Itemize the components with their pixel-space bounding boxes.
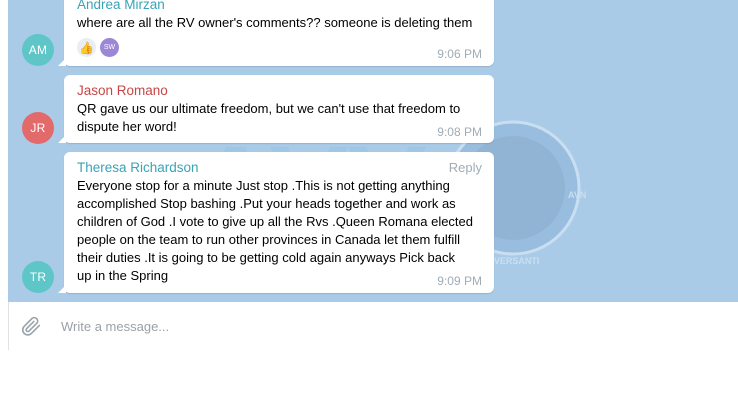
thumbs-up-reaction-icon[interactable]: 👍 [77,38,96,57]
message-line: QR gave us our ultimate freedom, but we … [77,101,461,116]
reactor-avatar[interactable]: SW [100,38,119,57]
avatar[interactable]: JR [22,112,54,144]
message-line: accomplished Stop bashing .Put your head… [77,196,456,211]
chat-history[interactable]: AVV AVN AVERSANTI AM Andrea Mirzan where… [8,0,738,302]
sender-name[interactable]: Jason Romano [77,83,168,98]
message-time: 9:06 PM [437,47,482,61]
avatar[interactable]: AM [22,34,54,66]
watermark-badge-text: AVN [568,190,586,200]
avatar-initials: JR [30,121,46,135]
watermark-badge-caption: AVERSANTI [488,256,539,266]
sender-name[interactable]: Theresa Richardson [77,160,199,175]
message-line: people on the team to run other province… [77,232,461,247]
reaction-group[interactable]: 👍 SW [77,38,119,57]
avatar-initials: AM [28,43,48,57]
message-time: 9:09 PM [437,274,482,288]
paperclip-icon[interactable] [20,315,42,337]
reply-button[interactable]: Reply [449,160,482,175]
message-composer [9,302,738,350]
message-bubble[interactable]: Andrea Mirzan where are all the RV owner… [58,0,494,66]
message-bubble[interactable]: Theresa Richardson Reply Everyone stop f… [58,152,494,293]
message-text: QR gave us our ultimate freedom, but we … [77,100,484,136]
sender-name[interactable]: Andrea Mirzan [77,0,165,12]
message-text: Everyone stop for a minute Just stop .Th… [77,177,484,285]
message-time: 9:08 PM [437,125,482,139]
message-line: Everyone stop for a minute Just stop .Th… [77,178,450,193]
left-edge [0,0,8,350]
message-input[interactable] [61,316,661,336]
message-line: up in the Spring [77,268,169,283]
message-text: where are all the RV owner's comments?? … [77,15,473,30]
message-line: children of God .I vote to give up all t… [77,214,474,229]
message-line: dispute her word! [77,119,177,134]
message-bubble[interactable]: Jason Romano QR gave us our ultimate fre… [58,75,494,143]
message-line: their duties .It is going to be getting … [77,250,455,265]
avatar-initials: TR [29,270,47,284]
avatar[interactable]: TR [22,261,54,293]
